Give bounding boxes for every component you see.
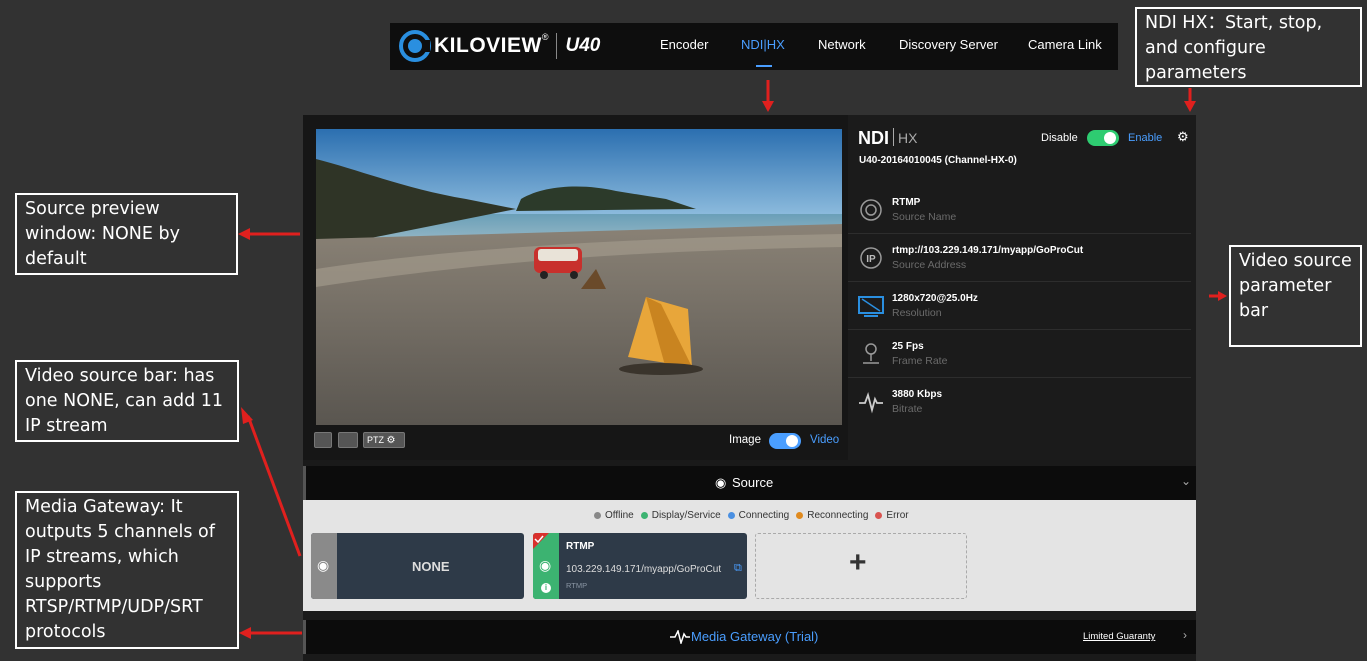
webcam-icon: ◉: [539, 557, 552, 573]
card-status-strip: ◉: [311, 533, 337, 599]
layout-single-button[interactable]: [314, 432, 332, 448]
card-status-strip: ◉ i: [533, 533, 559, 599]
svg-text:IP: IP: [866, 254, 876, 265]
ndi-logo-divider: [893, 128, 894, 146]
device-name: U40-20164010045 (Channel-HX-0): [859, 155, 1017, 166]
param-source-name: RTMP Source Name: [848, 185, 1191, 234]
card-name: NONE: [412, 559, 450, 574]
media-gateway-bar[interactable]: Media Gateway (Trial) Limited Guaranty ›: [303, 620, 1196, 654]
settings-gear-icon[interactable]: ⚙: [1177, 129, 1189, 145]
param-source-address: IP rtmp://103.229.149.171/myapp/GoProCut…: [848, 233, 1191, 282]
param-value: 1280x720@25.0Hz: [892, 293, 978, 304]
enable-toggle[interactable]: [1087, 130, 1119, 146]
chevron-right-icon[interactable]: ›: [1183, 628, 1187, 642]
image-video-toggle[interactable]: [769, 433, 801, 449]
ndi-logo-sub: HX: [898, 130, 918, 146]
gateway-title: Media Gateway (Trial): [691, 629, 819, 644]
camera-stand-icon: [863, 343, 879, 364]
param-label: Resolution: [892, 307, 942, 319]
ptz-button[interactable]: PTZ ⚙: [363, 432, 405, 448]
source-bar-edge: [303, 466, 306, 500]
enable-label: Enable: [1128, 132, 1163, 144]
source-list-area: Offline Display/Service Connecting Recon…: [303, 500, 1196, 611]
source-bar[interactable]: ◉ Source ⌄: [303, 466, 1196, 500]
preview-area: PTZ ⚙ Image Video: [303, 115, 853, 460]
pulse-icon: [859, 392, 883, 414]
param-value: RTMP: [892, 197, 921, 208]
source-card-none[interactable]: ◉ NONE: [311, 533, 524, 599]
layout-grid-button[interactable]: [338, 432, 358, 448]
disable-label: Disable: [1041, 132, 1078, 144]
add-source-card[interactable]: +: [755, 533, 967, 599]
ptz-gear-icon: ⚙: [386, 435, 396, 446]
source-bar-title: Source: [732, 475, 774, 490]
param-resolution: 1280x720@25.0Hz Resolution: [848, 281, 1191, 330]
ptz-label: PTZ: [367, 435, 384, 445]
legend-display-service: Display/Service: [640, 510, 721, 521]
param-bitrate: 3880 Kbps Bitrate: [848, 377, 1191, 425]
legend-error: Error: [875, 510, 909, 521]
legend-connecting: Connecting: [727, 510, 789, 521]
legend-offline: Offline: [594, 510, 634, 521]
param-frame-rate: 25 Fps Frame Rate: [848, 329, 1191, 378]
image-label: Image: [729, 434, 761, 446]
status-legend: Offline Display/Service Connecting Recon…: [594, 510, 916, 521]
add-icon: +: [849, 546, 867, 579]
selected-check-icon: [533, 533, 549, 549]
card-address: 103.229.149.171/myapp/GoProCut: [566, 564, 722, 575]
param-value: 25 Fps: [892, 341, 924, 352]
chevron-down-icon[interactable]: ⌄: [1181, 474, 1191, 488]
ip-icon: IP: [860, 247, 882, 269]
param-label: Bitrate: [892, 403, 923, 415]
source-name-icon: [860, 199, 882, 221]
video-label: Video: [810, 434, 840, 446]
parameter-panel: NDI HX Disable Enable ⚙ U40-20164010045 …: [848, 115, 1196, 460]
copy-icon[interactable]: ⧉: [734, 562, 742, 575]
param-label: Source Name: [892, 211, 957, 223]
card-protocol: RTMP: [566, 581, 588, 590]
pulse-icon: [670, 630, 690, 644]
limited-guaranty-link[interactable]: Limited Guaranty: [1083, 631, 1155, 642]
param-label: Source Address: [892, 259, 967, 271]
legend-reconnecting: Reconnecting: [796, 510, 868, 521]
card-title: RTMP: [566, 541, 595, 552]
arrow-source-bar: [246, 415, 302, 557]
info-icon[interactable]: i: [541, 583, 551, 593]
gateway-bar-edge: [303, 620, 306, 654]
param-value: 3880 Kbps: [892, 389, 943, 400]
ndi-logo-main: NDI: [858, 128, 889, 148]
source-webcam-icon: ◉: [715, 475, 727, 490]
source-card-rtmp[interactable]: ◉ i RTMP 103.229.149.171/myapp/GoProCut …: [533, 533, 747, 599]
monitor-icon: [858, 296, 884, 317]
toggle-knob: [786, 435, 798, 447]
param-value: rtmp://103.229.149.171/myapp/GoProCut: [892, 245, 1084, 256]
param-label: Frame Rate: [892, 355, 948, 367]
source-preview-window: [316, 129, 842, 425]
webcam-icon: ◉: [317, 557, 330, 573]
preview-image: [316, 129, 842, 425]
enable-toggle-knob: [1104, 132, 1116, 144]
main-panel: PTZ ⚙ Image Video NDI HX Disable Enable …: [303, 115, 1196, 661]
